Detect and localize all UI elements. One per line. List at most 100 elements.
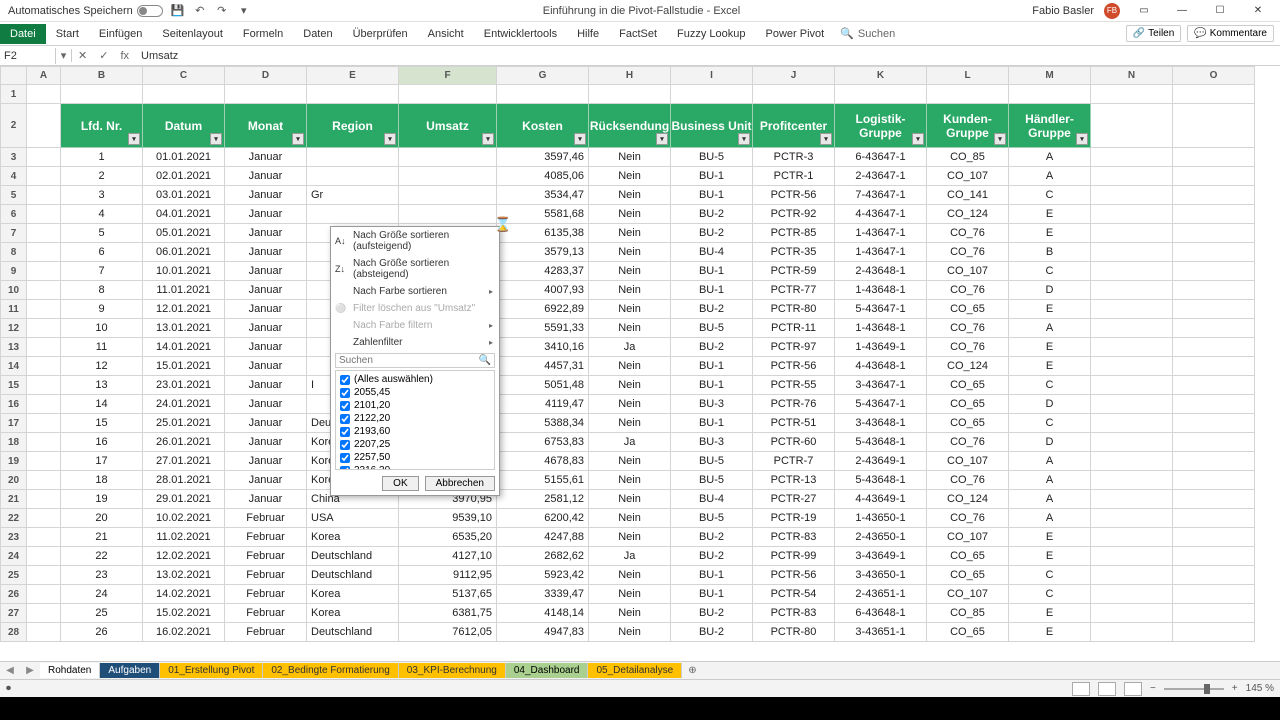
cell[interactable]: Nein <box>589 148 671 167</box>
cell[interactable]: PCTR-56 <box>753 566 835 585</box>
sort-ascending[interactable]: A↓Nach Größe sortieren (aufsteigend) <box>331 227 499 255</box>
cell[interactable]: A <box>1009 509 1091 528</box>
undo-icon[interactable]: ↶ <box>193 4 207 18</box>
cell[interactable]: PCTR-56 <box>753 186 835 205</box>
row-header[interactable]: 11 <box>1 300 27 319</box>
cell[interactable]: 12.01.2021 <box>143 300 225 319</box>
cell[interactable]: CO_76 <box>927 471 1009 490</box>
cell[interactable] <box>399 148 497 167</box>
sheet-tab[interactable]: 05_Detailanalyse <box>588 663 682 678</box>
cell[interactable]: Nein <box>589 528 671 547</box>
cell[interactable]: 14.02.2021 <box>143 585 225 604</box>
cell[interactable]: Januar <box>225 490 307 509</box>
cell[interactable]: 2-43648-1 <box>835 262 927 281</box>
ribbon-options-icon[interactable]: ▭ <box>1130 1 1158 21</box>
cell[interactable]: 16.02.2021 <box>143 623 225 642</box>
cell[interactable] <box>1091 148 1173 167</box>
cell[interactable] <box>27 395 61 414</box>
sheet-tab[interactable]: 02_Bedingte Formatierung <box>263 663 398 678</box>
row-header[interactable]: 14 <box>1 357 27 376</box>
cell[interactable] <box>1091 338 1173 357</box>
cell[interactable]: CO_76 <box>927 509 1009 528</box>
cell[interactable]: 13.02.2021 <box>143 566 225 585</box>
cell[interactable] <box>835 85 927 104</box>
cell[interactable]: Januar <box>225 281 307 300</box>
cell[interactable]: CO_107 <box>927 528 1009 547</box>
cell[interactable]: PCTR-7 <box>753 452 835 471</box>
cell[interactable]: 11.02.2021 <box>143 528 225 547</box>
cell[interactable]: 3339,47 <box>497 585 589 604</box>
sort-descending[interactable]: Z↓Nach Größe sortieren (absteigend) <box>331 255 499 283</box>
cell[interactable] <box>27 319 61 338</box>
save-icon[interactable]: 💾 <box>171 4 185 18</box>
cell[interactable] <box>27 604 61 623</box>
cell[interactable] <box>27 433 61 452</box>
cell[interactable]: 14 <box>61 395 143 414</box>
cell[interactable]: 3 <box>61 186 143 205</box>
cell[interactable]: PCTR-35 <box>753 243 835 262</box>
cell[interactable] <box>27 509 61 528</box>
cell[interactable] <box>1173 376 1255 395</box>
cancel-formula-icon[interactable]: ✕ <box>72 49 93 62</box>
cell[interactable]: 5-43647-1 <box>835 395 927 414</box>
cell[interactable] <box>27 490 61 509</box>
cell[interactable]: Nein <box>589 452 671 471</box>
cell[interactable]: 1-43648-1 <box>835 281 927 300</box>
cell[interactable] <box>1173 566 1255 585</box>
cell[interactable]: Januar <box>225 319 307 338</box>
cell[interactable]: CO_76 <box>927 224 1009 243</box>
cell[interactable] <box>61 85 143 104</box>
cell[interactable]: C <box>1009 566 1091 585</box>
cell[interactable]: 4-43647-1 <box>835 205 927 224</box>
cell[interactable]: E <box>1009 528 1091 547</box>
cell[interactable]: 3579,13 <box>497 243 589 262</box>
table-header[interactable]: Business Unit▾ <box>671 104 753 148</box>
close-icon[interactable]: ✕ <box>1244 1 1272 21</box>
cell[interactable]: CO_65 <box>927 566 1009 585</box>
cell[interactable]: 1-43650-1 <box>835 509 927 528</box>
cell[interactable]: 1-43648-1 <box>835 319 927 338</box>
ribbon-tab-einfügen[interactable]: Einfügen <box>89 24 152 44</box>
cell[interactable] <box>27 167 61 186</box>
cell[interactable]: Januar <box>225 471 307 490</box>
column-header[interactable] <box>1 67 27 85</box>
row-header[interactable]: 27 <box>1 604 27 623</box>
cell[interactable]: 4457,31 <box>497 357 589 376</box>
cell[interactable] <box>1091 433 1173 452</box>
cell[interactable]: BU-2 <box>671 300 753 319</box>
cell[interactable]: Nein <box>589 395 671 414</box>
cell[interactable]: D <box>1009 395 1091 414</box>
cell[interactable]: BU-1 <box>671 186 753 205</box>
cell[interactable]: 11.01.2021 <box>143 281 225 300</box>
filter-value-item[interactable]: 2122,20 <box>338 412 492 425</box>
cell[interactable]: Januar <box>225 224 307 243</box>
cell[interactable]: C <box>1009 585 1091 604</box>
cell[interactable]: BU-1 <box>671 167 753 186</box>
qat-customize-icon[interactable]: ▾ <box>237 4 251 18</box>
ribbon-tab-daten[interactable]: Daten <box>293 24 342 44</box>
row-header[interactable]: 10 <box>1 281 27 300</box>
cell[interactable]: BU-4 <box>671 490 753 509</box>
cell[interactable]: 14.01.2021 <box>143 338 225 357</box>
filter-value-list[interactable]: (Alles auswählen) 2055,452101,202122,202… <box>335 370 495 470</box>
cell[interactable]: 5051,48 <box>497 376 589 395</box>
filter-value-item[interactable]: 2207,25 <box>338 438 492 451</box>
cell[interactable] <box>27 452 61 471</box>
cell[interactable]: 3-43648-1 <box>835 414 927 433</box>
cell[interactable] <box>1173 623 1255 642</box>
column-header[interactable]: A <box>27 67 61 85</box>
cell[interactable]: 16 <box>61 433 143 452</box>
cell[interactable]: BU-5 <box>671 148 753 167</box>
cell[interactable]: Januar <box>225 414 307 433</box>
cell[interactable] <box>27 224 61 243</box>
cell[interactable]: 4247,88 <box>497 528 589 547</box>
cell[interactable]: 10 <box>61 319 143 338</box>
cell[interactable]: Deutschland <box>307 623 399 642</box>
number-filter[interactable]: Zahlenfilter▸ <box>331 334 499 351</box>
cell[interactable]: 4-43648-1 <box>835 357 927 376</box>
cell[interactable]: 6922,89 <box>497 300 589 319</box>
search-box[interactable]: 🔍 Suchen <box>834 25 901 42</box>
enter-formula-icon[interactable]: ✓ <box>93 49 114 62</box>
row-header[interactable]: 4 <box>1 167 27 186</box>
row-header[interactable]: 19 <box>1 452 27 471</box>
